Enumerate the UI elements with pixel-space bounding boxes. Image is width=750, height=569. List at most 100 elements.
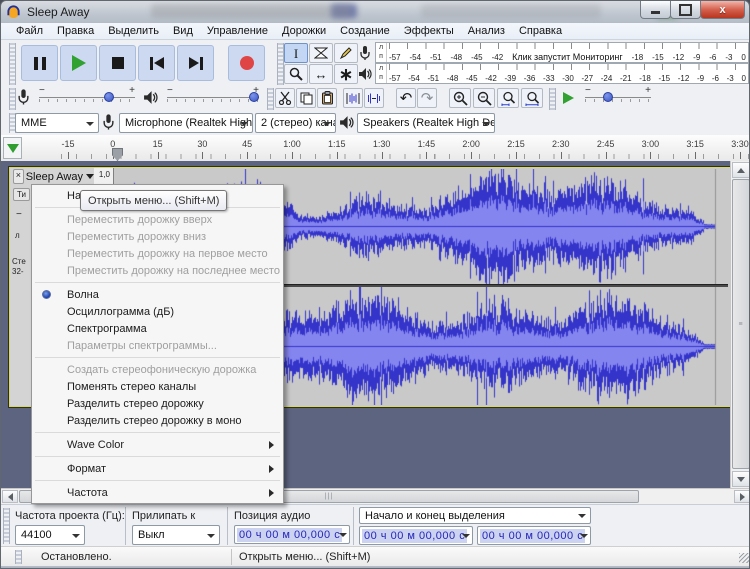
recording-meter[interactable]: лп -57-54-51-48-45-42Клик запустит Монит… [375,42,749,63]
playback-device-select[interactable]: Speakers (Realtek High Defi [357,113,495,133]
trim-audio-button[interactable] [343,88,363,108]
context-menu-item-8[interactable]: Осциллограмма (дБ) [33,303,282,320]
zoom-out-button[interactable] [473,88,495,108]
project-rate-select[interactable]: 44100 [15,525,85,545]
taskbar-blur-artifact [151,4,351,18]
playback-volume-slider[interactable]: − + [167,87,259,107]
record-button[interactable] [228,45,265,81]
submenu-arrow-icon [269,465,274,473]
menubar-item-9[interactable]: Справка [512,24,569,38]
menu-separator [35,357,280,358]
undo-button[interactable]: ↶ [396,88,416,108]
scroll-up-button[interactable] [732,162,750,178]
edit-toolbar-grabber[interactable] [267,88,274,110]
selection-end-field[interactable]: 00 ч 00 м 00,000 с [477,526,591,545]
context-menu-item-7[interactable]: Волна [33,286,282,303]
menubar-item-7[interactable]: Эффекты [397,24,461,38]
monitoring-message[interactable]: Клик запустит Мониторинг [512,52,623,62]
selection-range-mode-select[interactable]: Начало и конец выделения [359,507,591,524]
scroll-left-button[interactable] [2,490,18,503]
timeshift-tool-button[interactable]: ↔ [309,64,333,84]
context-menu-item-9[interactable]: Спектрограмма [33,320,282,337]
menubar-item-5[interactable]: Дорожки [275,24,333,38]
record-meter-button[interactable] [357,44,373,62]
pan-slider-fragment[interactable]: л [15,231,20,240]
resize-grip[interactable] [739,553,749,563]
submenu-arrow-icon [269,489,274,497]
transport-toolbar-grabber[interactable] [9,43,16,85]
vertical-scrollbar[interactable]: ≡ [730,161,750,488]
play-meter-button[interactable] [357,65,373,83]
zoom-in-button[interactable] [449,88,471,108]
recording-channels-select[interactable]: 2 (стерео) кана. [255,113,336,133]
zoom-fit-button[interactable] [521,88,543,108]
chevron-down-icon [482,122,490,126]
selection-start-field[interactable]: 00 ч 00 м 00,000 с [359,526,473,545]
snap-select[interactable]: Выкл [132,525,220,545]
play-speed-thumb[interactable] [603,92,613,102]
recording-volume-thumb[interactable] [104,92,114,102]
track-name[interactable]: Sleep Away [26,171,83,183]
context-menu-item-14[interactable]: Разделить стерео дорожку [33,395,282,412]
context-menu-item-19[interactable]: Формат [33,460,282,477]
play-button[interactable] [60,45,97,81]
scroll-down-button[interactable] [732,471,750,487]
vertical-scroll-thumb[interactable]: ≡ [732,179,750,469]
playback-meter[interactable]: лп -57-54-51-48-45-42-39-36-33-30-27-24-… [375,63,749,84]
playatspeed-toolbar-grabber[interactable] [549,88,556,110]
scroll-right-button[interactable] [734,490,750,503]
selection-tool-button[interactable]: I [284,43,308,63]
pause-button[interactable] [21,45,58,81]
playhead-marker[interactable] [112,148,123,161]
context-menu-item-13[interactable]: Поменять стерео каналы [33,378,282,395]
envelope-tool-button[interactable] [309,43,333,63]
recording-device-select[interactable]: Microphone (Realtek High I [119,113,253,133]
record-icon [240,56,254,70]
pin-playhead-button[interactable] [3,137,22,159]
maximize-button[interactable] [670,1,701,19]
meter-scale-number: -45 [466,74,478,83]
menubar-item-3[interactable]: Вид [166,24,200,38]
tools-toolbar-grabber[interactable] [277,43,284,85]
paste-button[interactable] [317,88,337,108]
recording-volume-slider[interactable]: − + [39,87,135,107]
audio-host-select[interactable]: MME [15,113,99,133]
status-bar: Остановлено. Открыть меню... (Shift+M) [1,546,750,567]
title-bar[interactable]: Sleep Away x [1,1,750,24]
menubar-item-1[interactable]: Правка [50,24,101,38]
copy-button[interactable] [296,88,316,108]
redo-button[interactable]: ↷ [417,88,437,108]
menubar-item-8[interactable]: Анализ [461,24,512,38]
menubar-item-6[interactable]: Создание [333,24,397,38]
playback-volume-thumb[interactable] [249,92,259,102]
stop-button[interactable] [99,45,136,81]
skip-to-start-button[interactable] [138,45,175,81]
mixer-toolbar-grabber[interactable] [9,88,16,110]
selection-toolbar-grabber[interactable] [3,508,10,544]
zoom-tool-button[interactable] [284,64,308,84]
meter-scale-number: -57 [389,53,401,62]
close-button[interactable]: x [700,1,745,19]
skip-to-end-button[interactable] [177,45,214,81]
draw-tool-button[interactable] [334,43,358,63]
menubar-item-4[interactable]: Управление [200,24,275,38]
mute-button-fragment[interactable]: Ти [13,188,30,201]
context-menu-item-15[interactable]: Разделить стерео дорожку в моно [33,412,282,429]
multi-tool-button[interactable]: ∗ [334,64,358,84]
menubar-item-0[interactable]: Файл [9,24,50,38]
menu-separator [35,480,280,481]
minimize-button[interactable] [640,1,671,19]
zoom-selection-button[interactable] [497,88,519,108]
audio-position-field[interactable]: 00 ч 00 м 00,000 с [234,525,350,544]
track-close-button[interactable]: × [13,169,24,184]
gain-slider-fragment[interactable]: − [16,209,22,220]
cut-button[interactable] [275,88,295,108]
context-menu-item-17[interactable]: Wave Color [33,436,282,453]
track-menu-arrow-icon[interactable] [86,174,94,179]
play-at-speed-button[interactable] [557,88,579,108]
play-speed-slider[interactable]: − + [585,87,651,107]
silence-audio-button[interactable] [364,88,384,108]
timeline-ruler[interactable]: -1501530451:001:151:301:452:002:152:302:… [1,135,750,162]
context-menu-item-21[interactable]: Частота [33,484,282,501]
menubar-item-2[interactable]: Выделить [101,24,166,38]
